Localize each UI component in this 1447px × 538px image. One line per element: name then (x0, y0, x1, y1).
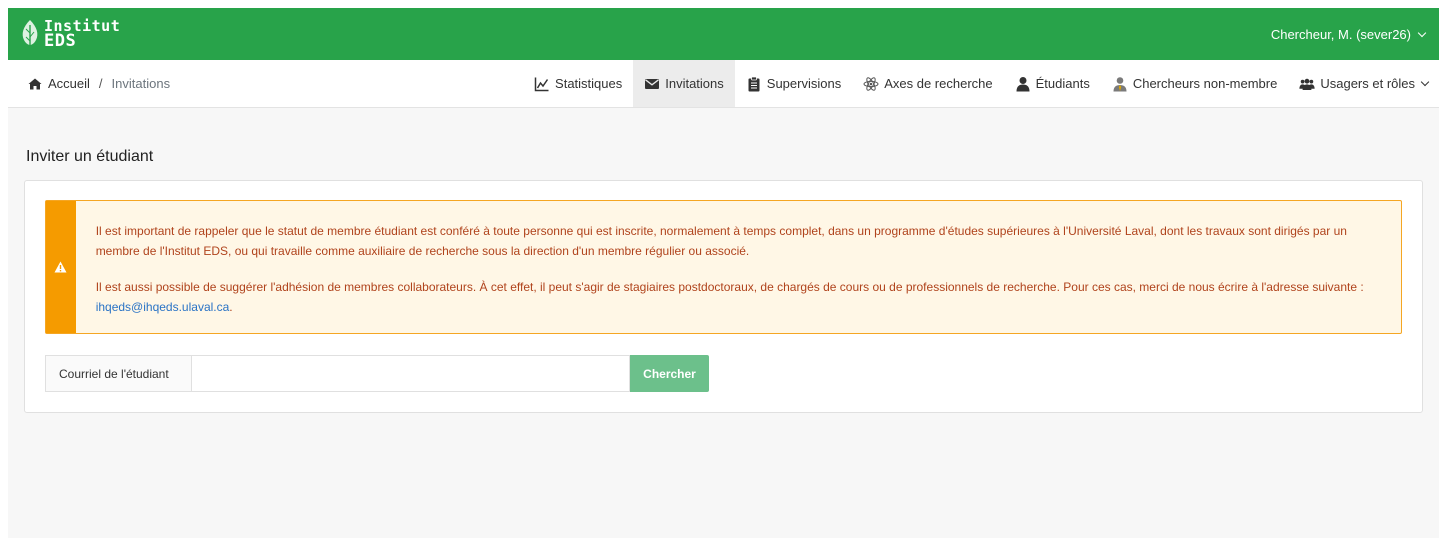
breadcrumb: Accueil / Invitations (28, 76, 170, 91)
user-icon (1016, 76, 1030, 91)
nav-item-usagers-et-roles[interactable]: Usagers et rôles (1288, 60, 1439, 107)
top-bar: Institut EDS Chercheur, M. (sever26) (8, 8, 1439, 60)
breadcrumb-home-link[interactable]: Accueil (48, 76, 90, 91)
nav-item-axes-de-recherche[interactable]: Axes de recherche (852, 60, 1003, 107)
chevron-down-icon (1420, 77, 1430, 87)
page-title: Inviter un étudiant (26, 148, 154, 165)
nav-bar: Accueil / Invitations Statistiques Invit… (8, 60, 1439, 108)
user-menu[interactable]: Chercheur, M. (sever26) (1270, 26, 1427, 42)
user-tie-icon (1113, 76, 1127, 91)
nav-item-label: Usagers et rôles (1320, 76, 1415, 91)
clipboard-icon (748, 76, 760, 91)
alert-paragraph-2: Il est aussi possible de suggérer l'adhé… (96, 277, 1383, 317)
users-icon (1299, 78, 1315, 90)
alert-paragraph-1: Il est important de rappeler que le stat… (95, 224, 1347, 258)
main-content: Inviter un étudiant Il est important de … (8, 148, 1439, 413)
user-menu-label: Chercheur, M. (sever26) (1270, 26, 1411, 42)
nav-item-label: Étudiants (1035, 76, 1090, 91)
nav-item-etudiants[interactable]: Étudiants (1004, 60, 1101, 107)
chart-line-icon (534, 77, 549, 91)
breadcrumb-current: Invitations (111, 76, 171, 91)
atom-icon (863, 76, 879, 91)
chevron-down-icon (1417, 28, 1427, 37)
student-search-form: Courriel de l'étudiant Chercher (45, 355, 1402, 392)
leaf-icon (22, 20, 38, 48)
alert-paragraph-2-end: . (229, 300, 233, 314)
search-button[interactable]: Chercher (630, 355, 709, 392)
warning-icon (54, 261, 67, 273)
alert-message: Il est important de rappeler que le stat… (76, 201, 1401, 333)
brand-line-2: EDS (44, 31, 77, 51)
nav-item-chercheurs-non-membre[interactable]: Chercheurs non-membre (1101, 60, 1289, 107)
nav-item-label: Axes de recherche (884, 76, 993, 91)
main-nav: Statistiques Invitations Supervisions Ax… (523, 60, 1439, 107)
nav-item-label: Invitations (665, 76, 724, 91)
alert-paragraph-2-text: Il est aussi possible de suggérer l'adhé… (95, 280, 1364, 294)
contact-email-link[interactable]: ihqeds@ihqeds.ulaval.ca (96, 300, 230, 314)
envelope-icon (645, 78, 660, 89)
nav-item-invitations[interactable]: Invitations (633, 60, 735, 107)
alert-icon-panel (46, 201, 76, 333)
nav-item-supervisions[interactable]: Supervisions (735, 60, 852, 107)
nav-item-statistiques[interactable]: Statistiques (523, 60, 633, 107)
student-email-label: Courriel de l'étudiant (45, 355, 191, 392)
brand-name: Institut EDS (44, 19, 120, 51)
home-icon (28, 78, 42, 89)
brand-logo[interactable]: Institut EDS (20, 19, 120, 51)
warning-alert: Il est important de rappeler que le stat… (45, 200, 1402, 334)
breadcrumb-separator: / (98, 76, 103, 91)
nav-item-label: Statistiques (555, 76, 623, 91)
invite-card: Il est important de rappeler que le stat… (24, 180, 1423, 413)
student-email-input[interactable] (191, 355, 630, 392)
nav-item-label: Supervisions (766, 76, 842, 91)
nav-item-label: Chercheurs non-membre (1132, 76, 1278, 91)
page: Institut EDS Chercheur, M. (sever26) Acc… (8, 8, 1439, 538)
